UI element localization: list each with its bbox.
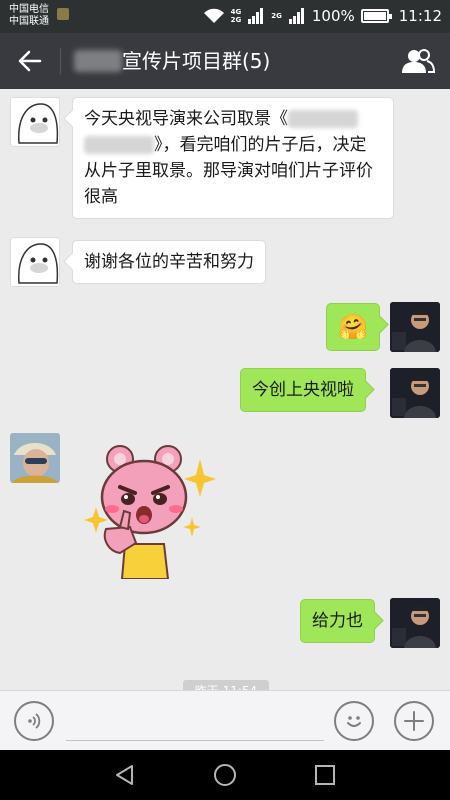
my-avatar[interactable]: [390, 302, 440, 352]
hug-emoji: 🤗: [338, 313, 368, 341]
triangle-back-icon: [116, 765, 133, 785]
back-button[interactable]: [14, 46, 46, 76]
title-redaction: [74, 50, 122, 72]
message-bubble[interactable]: 今创上央视啦: [240, 368, 366, 412]
message-text: 谢谢各位的辛苦和努力: [84, 252, 254, 272]
net-label-1: 4G: [230, 8, 242, 16]
net-label-3: 2G: [271, 12, 282, 20]
chat-header: 宣传片项目群(5): [0, 33, 450, 89]
status-bar: 中国电信 中国联通 4G 2G 2G 100% 11:12: [0, 0, 450, 33]
battery-percent: 100%: [311, 7, 355, 25]
user-photo-icon: [390, 368, 440, 418]
message-text: 今创上央视啦: [252, 380, 354, 400]
carrier-2: 中国联通: [9, 16, 49, 27]
system-nav-bar: [0, 750, 450, 800]
input-bar: [0, 690, 450, 750]
square-recents-icon: [315, 765, 335, 785]
message-text: 今天央视导演来公司取景《: [84, 109, 288, 129]
battery-fill: [363, 12, 386, 20]
time-divider: 昨天 11:54: [183, 680, 269, 690]
carrier-labels: 中国电信 中国联通: [9, 4, 49, 28]
plus-icon: [404, 711, 424, 731]
arrow-left-icon: [18, 50, 42, 72]
user-photo-icon: [390, 598, 440, 648]
emoji-button[interactable]: [334, 701, 374, 741]
redacted-text: [288, 110, 358, 128]
wifi-icon: [203, 8, 224, 23]
message-text: 给力也: [312, 611, 363, 631]
cartoon-avatar-icon: [18, 103, 59, 144]
carrier-1: 中国电信: [9, 4, 49, 15]
message-bubble[interactable]: 谢谢各位的辛苦和努力: [72, 240, 266, 284]
voice-icon: [28, 713, 41, 729]
signal-icon-2: [288, 8, 304, 24]
chat-title: 宣传片项目群(5): [122, 49, 271, 73]
pink-bear-thumbs-up-sticker: [84, 445, 216, 580]
voice-button[interactable]: [14, 701, 54, 741]
user-photo-icon: [390, 302, 440, 352]
battery-icon: [360, 9, 392, 23]
sender-avatar[interactable]: [10, 97, 60, 147]
net-label-2: 2G: [230, 16, 242, 24]
nav-back-button[interactable]: [112, 762, 138, 788]
redacted-text: [84, 136, 154, 154]
nav-recents-button[interactable]: [312, 762, 338, 788]
more-button[interactable]: [394, 701, 434, 741]
message-bubble[interactable]: 给力也: [300, 599, 375, 643]
sticker-message[interactable]: [80, 439, 220, 580]
sender-avatar[interactable]: [10, 237, 60, 287]
network-labels: 4G 2G: [231, 8, 242, 24]
message-input[interactable]: [66, 703, 324, 741]
header-divider: [60, 48, 61, 74]
group-members-button[interactable]: [400, 45, 436, 77]
cartoon-avatar-icon: [18, 243, 59, 284]
status-time: 11:12: [398, 7, 442, 25]
sim-icon: [57, 8, 69, 20]
my-avatar[interactable]: [390, 368, 440, 418]
nav-home-button[interactable]: [212, 762, 238, 788]
emoji-icon: [347, 716, 361, 727]
message-list[interactable]: 今天央视导演来公司取景《 》，看完咱们的片子后，决定从片子里取景。那导演对咱们片…: [0, 89, 450, 690]
message-bubble[interactable]: 今天央视导演来公司取景《 》，看完咱们的片子后，决定从片子里取景。那导演对咱们片…: [72, 97, 394, 219]
message-bubble-emoji[interactable]: 🤗: [326, 303, 380, 351]
sender-avatar[interactable]: [10, 433, 60, 483]
group-members-icon: [402, 49, 435, 73]
network-labels-2: 2G: [271, 12, 282, 20]
status-icons: 4G 2G 2G 100% 11:12: [203, 6, 442, 26]
circle-home-icon: [214, 764, 236, 786]
my-avatar[interactable]: [390, 598, 440, 648]
signal-icon: [248, 8, 264, 24]
woman-photo-icon: [10, 433, 60, 483]
